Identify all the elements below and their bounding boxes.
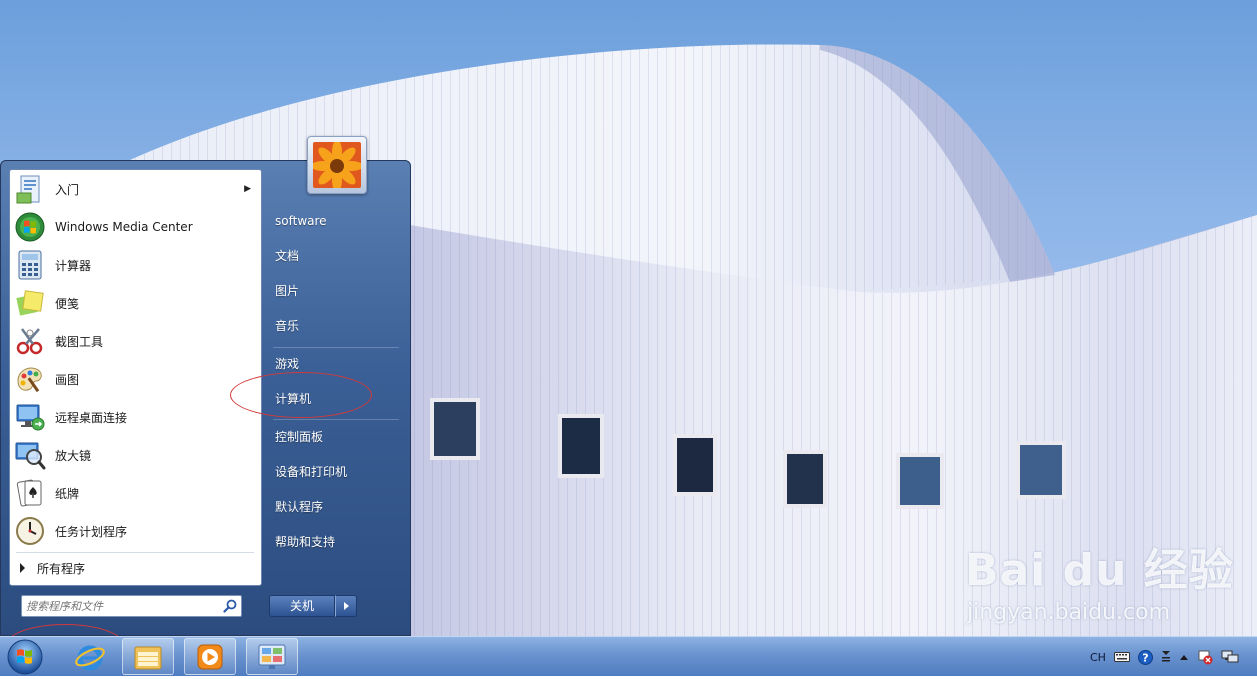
search-input[interactable] <box>26 598 216 614</box>
places-item-1[interactable]: 文档 <box>265 241 401 271</box>
places-item-2[interactable]: 图片 <box>265 276 401 306</box>
shutdown-button[interactable]: 关机 <box>269 595 335 617</box>
program-item-media-center[interactable]: Windows Media Center <box>10 208 261 246</box>
getting-started-icon <box>13 172 47 206</box>
program-item-snipping-tool[interactable]: 截图工具 <box>10 322 261 360</box>
program-item-label: 画图 <box>55 372 80 387</box>
program-item-label: 放大镜 <box>55 448 92 463</box>
places-item-9[interactable]: 帮助和支持 <box>265 527 401 557</box>
start-menu-programs-pane: 入门 ▶ Windows Media Center 计算器便笺截图工具画图远程桌面连接… <box>9 169 262 586</box>
program-item-label: 便笺 <box>55 296 80 311</box>
options-chevron-icon[interactable] <box>1161 650 1171 664</box>
user-account-picture[interactable] <box>307 136 367 194</box>
show-hidden-icons-chevron-icon[interactable] <box>1179 653 1189 661</box>
program-item-label: 远程桌面连接 <box>55 410 128 425</box>
solitaire-icon <box>13 476 47 510</box>
media-center-icon <box>13 210 47 244</box>
taskbar: CH ? <box>0 636 1257 676</box>
remote-desktop-icon <box>13 400 47 434</box>
search-box[interactable] <box>21 595 242 617</box>
program-item-task-scheduler[interactable]: 任务计划程序 <box>10 512 261 550</box>
keyboard-icon[interactable] <box>1113 651 1130 663</box>
snipping-tool-icon <box>13 324 47 358</box>
program-item-solitaire[interactable]: 纸牌 <box>10 474 261 512</box>
control-panel-icon <box>258 644 286 669</box>
windows-logo-icon <box>7 639 43 675</box>
places-item-8[interactable]: 默认程序 <box>265 492 401 522</box>
flower-icon <box>313 142 361 188</box>
internet-explorer-icon <box>75 645 105 670</box>
paint-icon <box>13 362 47 396</box>
places-item-5[interactable]: 计算机 <box>265 384 401 414</box>
taskbar-control-panel[interactable] <box>246 638 298 675</box>
chevron-right-icon <box>344 602 349 610</box>
program-item-label: 截图工具 <box>55 334 104 349</box>
windows-explorer-icon <box>134 646 162 669</box>
places-item-0[interactable]: software <box>265 206 401 236</box>
taskbar-windows-explorer[interactable] <box>122 638 174 675</box>
watermark-brand: Bai du 经验 <box>965 545 1234 596</box>
places-divider-2 <box>273 419 399 420</box>
baidu-watermark: Bai du 经验 jingyan.baidu.com <box>965 548 1234 626</box>
magnifier-icon <box>13 438 47 472</box>
places-item-6[interactable]: 控制面板 <box>265 422 401 452</box>
program-item-label: 纸牌 <box>55 486 80 501</box>
submenu-arrow-icon: ▶ <box>244 184 251 194</box>
places-item-7[interactable]: 设备和打印机 <box>265 457 401 487</box>
svg-text:?: ? <box>1142 651 1148 664</box>
calculator-icon <box>13 248 47 282</box>
task-scheduler-icon <box>13 514 47 548</box>
program-item-sticky-notes[interactable]: 便笺 <box>10 284 261 322</box>
program-item-remote-desktop[interactable]: 远程桌面连接 <box>10 398 261 436</box>
language-indicator[interactable]: CH <box>1090 651 1106 664</box>
program-item-label: Windows Media Center <box>55 220 193 234</box>
action-center-flag-icon[interactable] <box>1197 649 1213 665</box>
all-programs-label: 所有程序 <box>37 561 86 576</box>
program-item-label: 任务计划程序 <box>55 524 128 539</box>
start-menu: 入门 ▶ Windows Media Center 计算器便笺截图工具画图远程桌面连接… <box>0 136 411 636</box>
start-button[interactable] <box>6 638 44 676</box>
sticky-notes-icon <box>13 286 47 320</box>
places-item-4[interactable]: 游戏 <box>265 349 401 379</box>
notification-area: CH ? <box>1090 637 1247 677</box>
search-icon[interactable] <box>223 599 237 616</box>
program-item-getting-started[interactable]: 入门 ▶ <box>10 170 261 208</box>
taskbar-media-player[interactable] <box>184 638 236 675</box>
places-item-3[interactable]: 音乐 <box>265 311 401 341</box>
shutdown-options-button[interactable] <box>335 595 357 617</box>
help-icon[interactable]: ? <box>1137 649 1153 665</box>
network-icon[interactable] <box>1221 649 1239 665</box>
media-player-icon <box>197 644 223 669</box>
program-item-magnifier[interactable]: 放大镜 <box>10 436 261 474</box>
programs-divider <box>16 552 254 553</box>
places-divider-1 <box>273 347 399 348</box>
expand-arrow-icon <box>20 563 25 573</box>
taskbar-internet-explorer[interactable] <box>64 638 116 675</box>
program-item-calculator[interactable]: 计算器 <box>10 246 261 284</box>
all-programs-button[interactable]: 所有程序 <box>10 556 261 580</box>
watermark-url: jingyan.baidu.com <box>967 600 1171 625</box>
program-item-paint[interactable]: 画图 <box>10 360 261 398</box>
program-item-label: 计算器 <box>55 258 92 273</box>
program-item-label: 入门 <box>55 182 80 197</box>
